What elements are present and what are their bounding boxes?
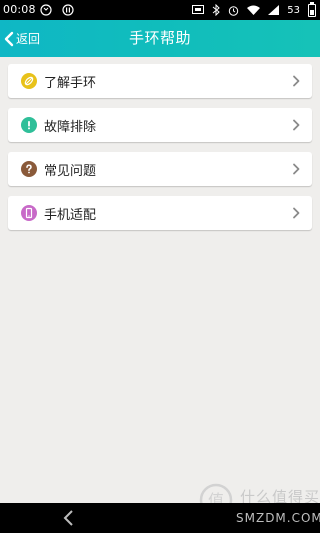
menu-item-label: 常见问题 [44, 163, 97, 179]
menu-item-label: 手机适配 [44, 207, 97, 223]
sync-icon [40, 4, 52, 16]
chevron-right-icon [293, 119, 300, 131]
help-menu-list: 了解手环 故障排除 常见问题 手机适配 [8, 64, 312, 240]
menu-item-label: 故障排除 [44, 119, 97, 135]
alarm-icon [229, 5, 239, 16]
menu-item-faq[interactable]: 常见问题 [8, 152, 312, 186]
nav-back-icon[interactable] [60, 509, 78, 527]
page-title: 手环帮助 [128, 29, 191, 47]
chevron-right-icon [293, 75, 300, 87]
chevron-right-icon [293, 163, 300, 175]
pause-icon [62, 4, 74, 16]
signal-icon [268, 5, 280, 15]
menu-item-about-band[interactable]: 了解手环 [8, 64, 312, 98]
battery-level: 53 [287, 4, 300, 16]
cast-icon [192, 5, 205, 14]
menu-item-label: 了解手环 [44, 75, 97, 91]
leaf-icon [21, 73, 37, 89]
battery-icon [308, 1, 316, 17]
wifi-icon [247, 5, 261, 15]
status-bar: 00:08 53 [0, 0, 320, 20]
app-header: 返回 手环帮助 [0, 20, 320, 57]
exclamation-icon [21, 117, 37, 133]
question-icon [21, 161, 37, 177]
system-nav-bar: SMZDM.COM [0, 503, 320, 533]
menu-item-phone-compatibility[interactable]: 手机适配 [8, 196, 312, 230]
chevron-right-icon [293, 207, 300, 219]
watermark-domain: SMZDM.COM [236, 511, 320, 525]
bluetooth-icon [212, 4, 221, 16]
status-time: 00:08 [3, 3, 36, 16]
menu-item-troubleshooting[interactable]: 故障排除 [8, 108, 312, 142]
phone-icon [21, 205, 37, 221]
